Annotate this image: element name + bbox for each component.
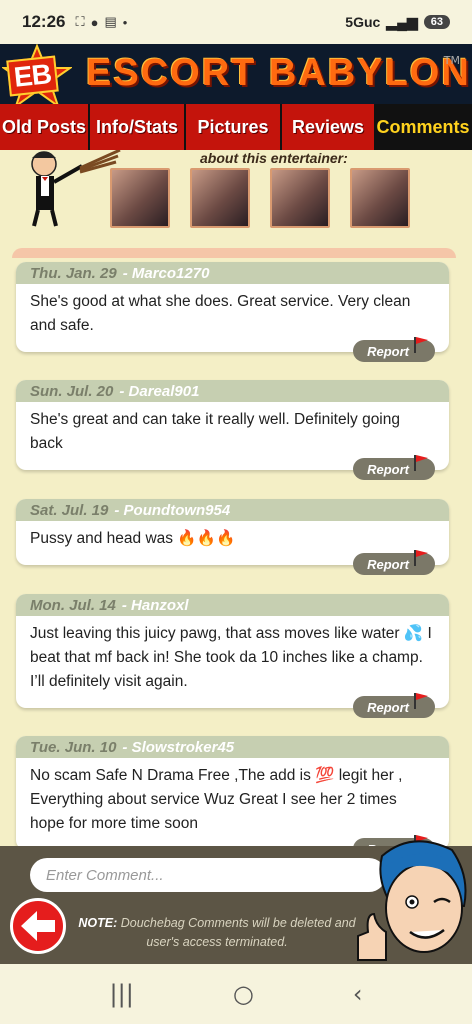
review-text: She's great and can take it really well.… xyxy=(30,411,400,452)
report-label: Report xyxy=(367,699,409,715)
tab-comments[interactable]: Comments xyxy=(376,104,472,150)
tab-info-stats[interactable]: Info/Stats xyxy=(90,104,186,150)
back-button[interactable] xyxy=(10,898,66,954)
review-card: Thu. Jan. 29 - Marco1270 She's good at w… xyxy=(16,262,449,362)
flag-icon xyxy=(414,693,428,709)
dot-icon: • xyxy=(122,14,128,30)
review-card: Tue. Jun. 10 - Slowstroker45 No scam Saf… xyxy=(16,736,449,860)
review-text: She's good at what she does. Great servi… xyxy=(30,293,411,334)
review-header: Sun. Jul. 20 - Dareal901 xyxy=(16,380,449,402)
review-date: Mon. Jul. 14 xyxy=(30,596,116,614)
home-icon[interactable]: ○ xyxy=(233,980,254,1008)
report-button[interactable]: Report xyxy=(353,693,435,718)
site-header: EB ESCORT BABYLON TM xyxy=(0,44,472,104)
review-date: Sun. Jul. 20 xyxy=(30,382,114,400)
review-text: No scam Safe N Drama Free ,The add is 💯 … xyxy=(30,767,403,832)
flag-icon xyxy=(414,550,428,566)
review-card: Sat. Jul. 19 - Poundtown954 Pussy and he… xyxy=(16,499,449,575)
report-button[interactable]: Report xyxy=(353,550,435,575)
recent-apps-icon[interactable]: ||| xyxy=(110,980,134,1008)
status-bar: 12:26 ⛶ ● ▤ • 5Guc ▂▄▆ 63 xyxy=(0,0,472,44)
review-text: Pussy and head was 🔥🔥🔥 xyxy=(30,530,236,547)
report-label: Report xyxy=(367,343,409,359)
report-button[interactable]: Report xyxy=(353,455,435,480)
site-title[interactable]: ESCORT BABYLON xyxy=(86,52,471,95)
chat-icon: ● xyxy=(90,14,99,30)
review-author[interactable]: - Slowstroker45 xyxy=(122,739,234,756)
photo-thumbnail[interactable] xyxy=(350,168,410,228)
caricature-icon xyxy=(31,150,121,227)
photo-thumbnail[interactable] xyxy=(190,168,250,228)
calendar-icon: ▤ xyxy=(104,14,117,29)
tab-old-posts[interactable]: Old Posts xyxy=(0,104,90,150)
flag-icon xyxy=(414,455,428,471)
status-time: 12:26 xyxy=(22,12,66,31)
tab-pictures[interactable]: Pictures xyxy=(186,104,282,150)
review-text: Just leaving this juicy pawg, that ass m… xyxy=(30,625,432,690)
comment-input[interactable] xyxy=(30,858,386,892)
review-date: Tue. Jun. 10 xyxy=(30,738,117,756)
review-author[interactable]: - Marco1270 xyxy=(123,265,210,282)
report-label: Report xyxy=(367,556,409,572)
report-label: Report xyxy=(367,461,409,477)
report-button[interactable]: Report xyxy=(353,337,435,362)
photo-thumbnail[interactable] xyxy=(110,168,170,228)
comment-note: NOTE: Douchebag Comments will be deleted… xyxy=(76,914,358,952)
review-header: Mon. Jul. 14 - Hanzoxl xyxy=(16,594,449,616)
review-header: Thu. Jan. 29 - Marco1270 xyxy=(16,262,449,284)
review-card: Mon. Jul. 14 - Hanzoxl Just leaving this… xyxy=(16,594,449,718)
trademark: TM xyxy=(443,54,460,67)
tab-reviews[interactable]: Reviews xyxy=(282,104,376,150)
review-author[interactable]: - Hanzoxl xyxy=(122,597,189,614)
note-label: NOTE: xyxy=(78,916,118,930)
review-header: Tue. Jun. 10 - Slowstroker45 xyxy=(16,736,449,758)
review-author[interactable]: - Dareal901 xyxy=(119,383,199,400)
battery-icon: 63 xyxy=(423,15,450,29)
flag-icon xyxy=(414,337,428,353)
logo[interactable]: EB xyxy=(6,55,59,97)
arrow-left-icon xyxy=(21,911,55,941)
signal-icon: ▂▄▆ xyxy=(386,13,418,30)
system-nav-bar: ||| ○ ‹ xyxy=(0,964,472,1024)
back-icon[interactable]: ‹ xyxy=(353,980,363,1008)
photo-thumbnail[interactable] xyxy=(270,168,330,228)
review-author[interactable]: - Poundtown954 xyxy=(114,502,230,519)
about-text: about this entertainer: xyxy=(200,150,348,166)
divider xyxy=(12,248,456,258)
review-header: Sat. Jul. 19 - Poundtown954 xyxy=(16,499,449,521)
note-text: Douchebag Comments will be deleted and u… xyxy=(120,916,356,949)
winking-mascot-icon xyxy=(357,840,467,961)
review-date: Thu. Jan. 29 xyxy=(30,264,117,282)
gallery-strip: about this entertainer: xyxy=(0,150,472,242)
main-nav: Old Posts Info/Stats Pictures Reviews Co… xyxy=(0,104,472,150)
comment-panel: NOTE: Douchebag Comments will be deleted… xyxy=(0,840,472,964)
review-date: Sat. Jul. 19 xyxy=(30,501,109,519)
review-card: Sun. Jul. 20 - Dareal901 She's great and… xyxy=(16,380,449,480)
scan-icon: ⛶ xyxy=(75,14,85,29)
network-label: 5Guc xyxy=(345,14,381,30)
